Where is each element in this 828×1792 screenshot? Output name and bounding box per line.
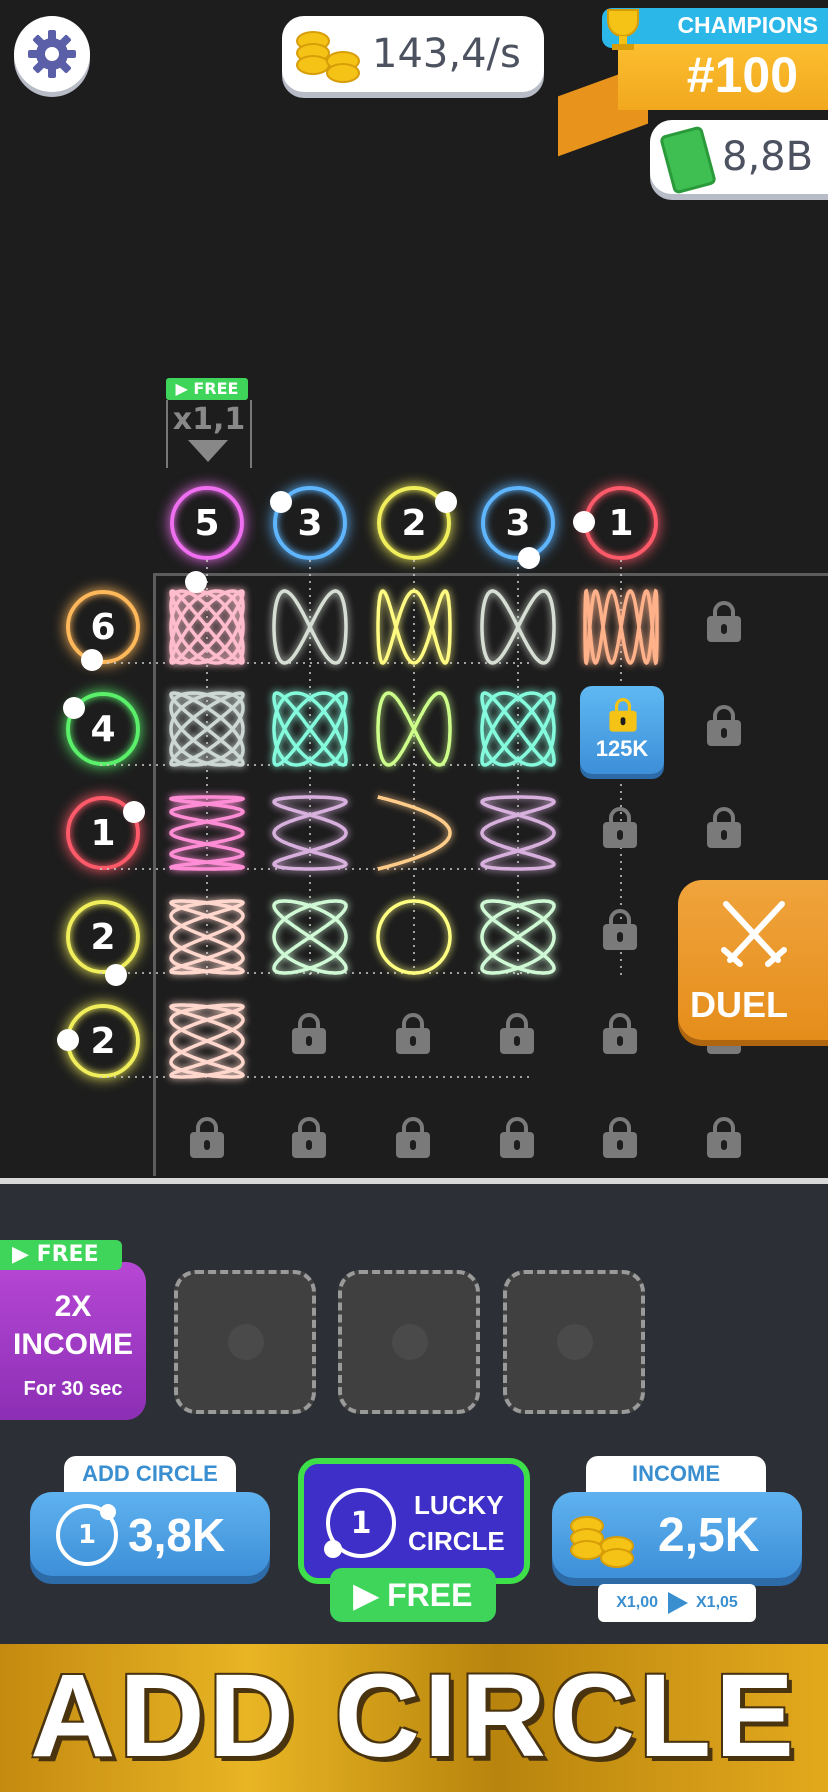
income-upgrade-button[interactable]: 2,5K <box>552 1492 802 1578</box>
orbit-dot <box>435 491 457 513</box>
add-circle-button[interactable]: 1 3,8K <box>30 1492 270 1576</box>
boost-line-2: INCOME <box>13 1328 133 1361</box>
orbit-dot <box>518 547 540 569</box>
lissajous-curve <box>272 691 348 767</box>
lucky-line-2: CIRCLE <box>408 1526 505 1556</box>
play-arrow-icon <box>668 1592 688 1614</box>
lissajous-curve <box>376 691 452 767</box>
duel-label: DUEL <box>690 984 788 1025</box>
lock-icon <box>707 1117 741 1158</box>
add-circle-tab: ADD CIRCLE <box>64 1456 236 1492</box>
income-multiplier-display: X1,00 X1,05 <box>598 1584 756 1622</box>
boost-line-3: For 30 sec <box>23 1378 123 1400</box>
lock-icon <box>603 909 637 950</box>
income-to: X1,05 <box>696 1594 738 1611</box>
lock-icon <box>500 1013 534 1054</box>
orbit-dot <box>573 511 595 533</box>
unlock-cost: 125K <box>595 736 649 761</box>
orbit-dot <box>185 571 207 593</box>
boost-free-badge[interactable]: ▶ FREE <box>0 1240 122 1270</box>
lock-icon <box>500 1117 534 1158</box>
income-cost: 2,5K <box>658 1509 760 1562</box>
coins-icon <box>564 1504 640 1568</box>
lock-icon <box>603 1117 637 1158</box>
lock-icon <box>609 698 637 732</box>
lock-icon <box>292 1117 326 1158</box>
orbit-dot <box>105 964 127 986</box>
lock-icon <box>396 1013 430 1054</box>
lock-icon <box>603 807 637 848</box>
lock-icon <box>292 1013 326 1054</box>
empty-slot[interactable] <box>338 1270 480 1414</box>
lissajous-curve <box>169 1003 245 1079</box>
empty-slot[interactable] <box>174 1270 316 1414</box>
add-circle-cost: 3,8K <box>128 1509 226 1561</box>
lock-icon <box>707 705 741 746</box>
duel-button[interactable]: DUEL <box>678 880 828 1040</box>
income-tab: INCOME <box>586 1456 766 1492</box>
orbit-dot <box>81 649 103 671</box>
lucky-line-1: LUCKY <box>414 1490 504 1520</box>
orbit-dot <box>57 1029 79 1051</box>
orbit-dot <box>270 491 292 513</box>
crossed-swords-icon <box>721 901 787 967</box>
banner-text: ADD CIRCLE <box>30 1650 798 1782</box>
lock-icon <box>707 601 741 642</box>
unlock-cell-button[interactable]: 125K <box>580 686 664 774</box>
lock-icon <box>603 1013 637 1054</box>
lock-icon <box>190 1117 224 1158</box>
orbit-dot <box>123 801 145 823</box>
lissajous-curve <box>169 691 245 767</box>
lucky-free-button[interactable]: ▶ FREE <box>330 1568 496 1622</box>
lissajous-curve <box>480 691 556 767</box>
lock-icon <box>396 1117 430 1158</box>
empty-slot[interactable] <box>503 1270 645 1414</box>
income-boost-button[interactable]: 2X INCOME For 30 sec <box>0 1262 146 1420</box>
lock-icon <box>707 807 741 848</box>
orbit-dot <box>63 697 85 719</box>
boost-line-1: 2X <box>54 1290 92 1323</box>
lucky-circle-button[interactable]: 1 LUCKY CIRCLE <box>298 1458 530 1584</box>
add-circle-banner: ADD CIRCLE <box>0 1644 828 1792</box>
income-from: X1,00 <box>616 1594 658 1611</box>
